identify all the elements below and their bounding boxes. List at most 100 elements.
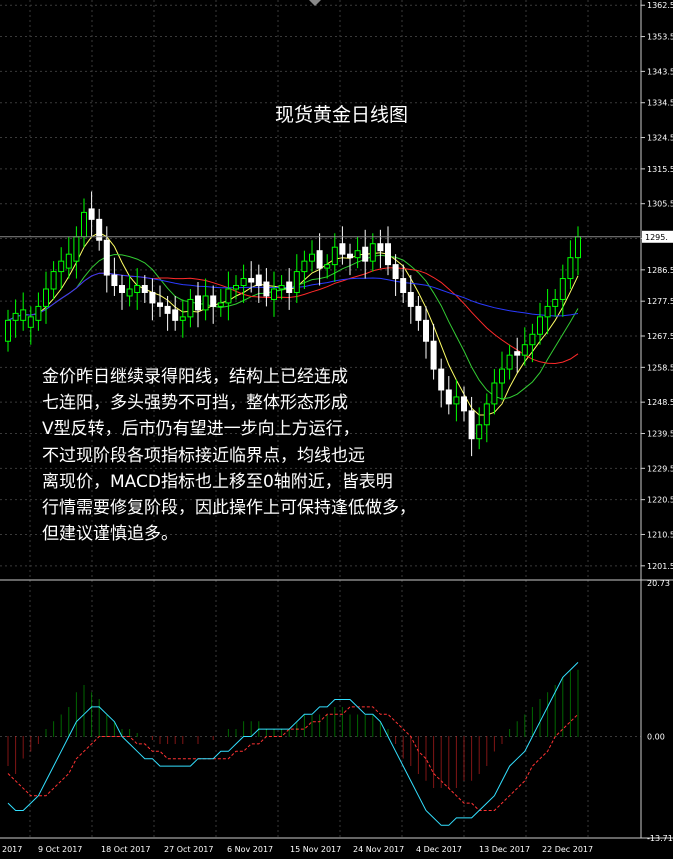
candle-body bbox=[362, 246, 369, 262]
candle-body bbox=[217, 302, 224, 307]
candle-body bbox=[157, 302, 163, 307]
candle-body bbox=[377, 243, 384, 252]
candle-body bbox=[20, 309, 27, 321]
analysis-annotation: 金价昨日继续录得阳线，结构上已经连成 七连阳，多头强势不可挡，整体形态形成 V型… bbox=[42, 367, 416, 545]
candle-body bbox=[164, 305, 171, 314]
candle-body bbox=[316, 250, 323, 269]
candle-body bbox=[369, 243, 376, 262]
y-tick-label: 1267.5 bbox=[647, 332, 673, 341]
candle-body bbox=[103, 239, 110, 276]
candle-body bbox=[5, 319, 11, 342]
x-tick-label: 27 Oct 2017 bbox=[164, 845, 213, 854]
candle-body bbox=[331, 246, 338, 266]
candle-body bbox=[263, 281, 270, 297]
candle-body bbox=[392, 264, 399, 280]
candle-body bbox=[407, 291, 414, 307]
candle-body bbox=[559, 278, 566, 300]
x-tick-label: 4 Dec 2017 bbox=[416, 845, 462, 854]
x-tick-label: 6 Nov 2017 bbox=[227, 845, 273, 854]
candle-body bbox=[324, 264, 331, 269]
y-tick-label: 1362.5 bbox=[647, 1, 673, 10]
candle-body bbox=[210, 295, 217, 307]
y-tick-label: 1334.5 bbox=[647, 99, 673, 108]
candle-body bbox=[339, 243, 346, 255]
candle-body bbox=[514, 351, 521, 356]
candle-body bbox=[187, 298, 194, 318]
candle-body bbox=[149, 291, 156, 304]
candle-body bbox=[65, 253, 72, 269]
y-tick-label: 1343.5 bbox=[647, 67, 673, 76]
candle-body bbox=[544, 305, 551, 318]
y-tick-label: 1286.5 bbox=[647, 266, 673, 275]
candle-body bbox=[50, 271, 57, 290]
candle-body bbox=[35, 305, 42, 321]
x-tick-label: 18 Oct 2017 bbox=[101, 845, 150, 854]
x-tick-label: 2017 bbox=[2, 845, 22, 854]
ma-line-3 bbox=[7, 267, 579, 365]
candle-body bbox=[233, 285, 239, 290]
y-tick-label: 1229.5 bbox=[647, 464, 673, 473]
candle-body bbox=[400, 278, 407, 293]
macd-y-tick-label: 20.73 bbox=[647, 579, 670, 588]
candle-body bbox=[278, 285, 285, 290]
x-tick-label: 24 Nov 2017 bbox=[353, 845, 404, 854]
y-tick-label: 1324.5 bbox=[647, 134, 673, 143]
candle-body bbox=[529, 333, 536, 346]
candle-body bbox=[73, 236, 80, 262]
candle-body bbox=[385, 243, 391, 266]
y-tick-label: 1353.5 bbox=[647, 33, 673, 42]
candle-body bbox=[134, 285, 141, 293]
candle-body bbox=[81, 211, 87, 238]
candle-body bbox=[195, 295, 201, 311]
candle-body bbox=[111, 274, 118, 287]
macd-signal-line bbox=[7, 706, 579, 811]
y-tick-label: 1248.5 bbox=[647, 398, 673, 407]
candle-body bbox=[537, 316, 543, 335]
candle-body bbox=[43, 288, 49, 307]
candle-body bbox=[141, 285, 148, 293]
candle-body bbox=[423, 319, 429, 342]
candle-body bbox=[309, 253, 315, 262]
candle-body bbox=[88, 208, 95, 220]
candle-body bbox=[521, 344, 528, 356]
candle-body bbox=[567, 257, 574, 280]
candle-body bbox=[415, 305, 422, 321]
candle-body bbox=[225, 288, 232, 304]
candle-body bbox=[248, 278, 255, 283]
chart-title: 现货黄金日线图 bbox=[275, 104, 408, 126]
candle-body bbox=[293, 271, 300, 293]
macd-line bbox=[7, 662, 579, 826]
y-tick-label: 1258.5 bbox=[647, 363, 673, 372]
candle-body bbox=[347, 253, 353, 259]
candle-body bbox=[240, 278, 247, 287]
candle-body bbox=[126, 288, 133, 297]
candle-body bbox=[172, 309, 179, 321]
candle-body bbox=[552, 298, 559, 307]
x-tick-label: 13 Dec 2017 bbox=[479, 845, 530, 854]
candle-body bbox=[179, 316, 186, 321]
candle-body bbox=[27, 316, 34, 328]
candle-body bbox=[575, 236, 581, 259]
x-tick-label: 22 Dec 2017 bbox=[542, 845, 593, 854]
macd-y-tick-label: 0.00 bbox=[647, 732, 665, 741]
macd-y-tick-label: -13.71 bbox=[647, 834, 673, 843]
y-tick-label: 1305.5 bbox=[647, 200, 673, 209]
y-tick-label: 1210.5 bbox=[647, 530, 673, 539]
x-tick-label: 15 Nov 2017 bbox=[290, 845, 341, 854]
x-tick-label: 9 Oct 2017 bbox=[38, 845, 82, 854]
candle-body bbox=[119, 285, 125, 293]
current-price-label: 1295. bbox=[645, 233, 668, 242]
candle-body bbox=[354, 250, 361, 259]
candle-body bbox=[271, 288, 277, 300]
y-tick-label: 1201.5 bbox=[647, 562, 673, 571]
candle-body bbox=[202, 295, 209, 311]
candle-body bbox=[255, 274, 262, 287]
y-tick-label: 1277.5 bbox=[647, 297, 673, 306]
macd-panel bbox=[7, 662, 579, 826]
candle-body bbox=[12, 312, 19, 321]
y-tick-label: 1220.5 bbox=[647, 496, 673, 505]
candle-body bbox=[286, 281, 293, 293]
candle-body bbox=[301, 260, 308, 273]
y-tick-label: 1315.5 bbox=[647, 165, 673, 174]
y-tick-label: 1239.5 bbox=[647, 430, 673, 439]
